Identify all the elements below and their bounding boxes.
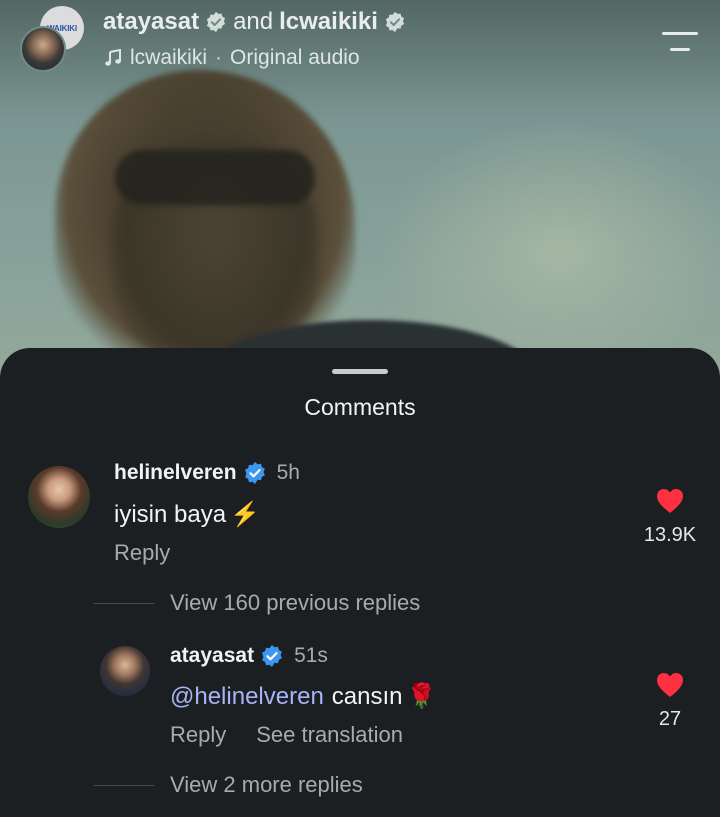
collab-title: atayasat and lcwaikiki bbox=[103, 8, 406, 36]
reply-time: 51s bbox=[294, 644, 328, 667]
reply-button[interactable]: Reply bbox=[114, 540, 170, 566]
sheet-drag-handle[interactable] bbox=[332, 369, 388, 374]
view-previous-replies[interactable]: View 160 previous replies bbox=[94, 590, 420, 616]
reply-avatar[interactable] bbox=[100, 646, 150, 696]
audio-info[interactable]: lcwaikiki · Original audio bbox=[104, 46, 360, 70]
rose-emoji: 🌹 bbox=[406, 683, 437, 710]
comments-title: Comments bbox=[304, 394, 416, 420]
like-count: 13.9K bbox=[643, 524, 697, 546]
reel-header: WAIKIKI atayasat and lcwaikiki lcwaikiki… bbox=[0, 0, 720, 90]
collab-joiner: and bbox=[233, 8, 274, 35]
verified-icon bbox=[207, 11, 226, 33]
heart-icon[interactable] bbox=[656, 672, 684, 698]
view-more-replies[interactable]: View 2 more replies bbox=[94, 772, 363, 798]
reply-text: @helinelveren cansın 🌹 bbox=[170, 682, 437, 711]
like-count: 27 bbox=[658, 708, 682, 730]
reply-actions: Reply See translation bbox=[170, 722, 403, 748]
video-subject-sunglasses bbox=[115, 150, 315, 205]
user-avatar bbox=[20, 26, 66, 72]
thread-divider bbox=[94, 784, 154, 786]
verified-icon bbox=[262, 645, 282, 667]
comments-sheet: Comments helinelveren 5h iyisin baya ⚡ R… bbox=[0, 348, 720, 817]
comment-like[interactable]: 13.9K bbox=[630, 488, 710, 547]
menu-icon[interactable] bbox=[662, 30, 698, 54]
mention-link[interactable]: @helinelveren bbox=[170, 683, 324, 711]
reply-like[interactable]: 27 bbox=[630, 672, 710, 731]
heart-icon[interactable] bbox=[656, 488, 684, 514]
audio-name: Original audio bbox=[230, 46, 360, 69]
reply-username[interactable]: atayasat 51s bbox=[170, 644, 328, 668]
verified-icon bbox=[244, 462, 265, 484]
collab-avatars[interactable]: WAIKIKI bbox=[20, 6, 90, 72]
comment-actions: Reply bbox=[114, 540, 170, 566]
reply-button[interactable]: Reply bbox=[170, 722, 226, 748]
comment-avatar[interactable] bbox=[28, 466, 90, 528]
music-note-icon bbox=[105, 49, 121, 66]
collab-user-1[interactable]: atayasat bbox=[103, 8, 199, 36]
see-translation-button[interactable]: See translation bbox=[256, 722, 403, 748]
audio-separator: · bbox=[215, 46, 223, 69]
collab-user-2[interactable]: lcwaikiki bbox=[279, 8, 378, 36]
comment-time: 5h bbox=[276, 461, 300, 484]
verified-icon bbox=[385, 11, 404, 33]
audio-account: lcwaikiki bbox=[130, 46, 208, 69]
thread-divider bbox=[94, 602, 154, 604]
lightning-emoji: ⚡ bbox=[230, 501, 260, 528]
comment-username[interactable]: helinelveren 5h bbox=[114, 461, 300, 485]
comment-text: iyisin baya ⚡ bbox=[114, 500, 260, 529]
